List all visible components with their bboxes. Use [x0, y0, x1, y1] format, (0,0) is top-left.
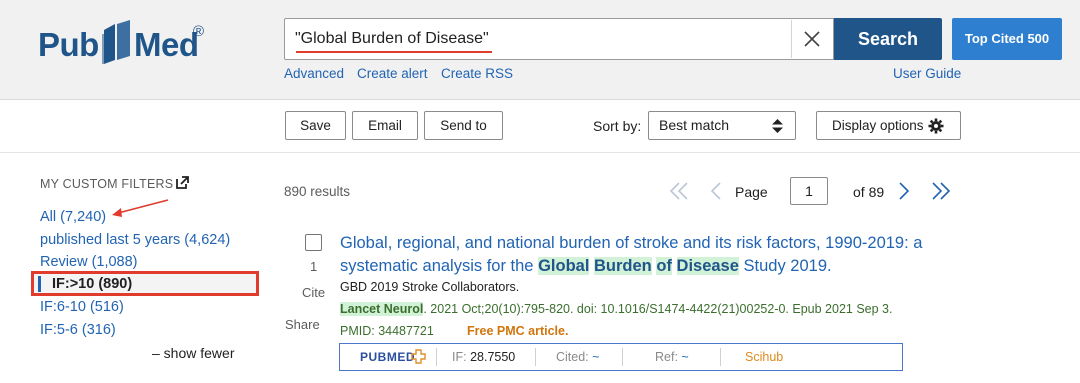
external-link-icon[interactable]: [176, 176, 189, 189]
logo-registered-mark: ®: [193, 23, 205, 40]
scihub-link[interactable]: Scihub: [745, 350, 783, 364]
ref-count: Ref: ~: [655, 350, 689, 364]
toolbar-divider: [0, 152, 1080, 153]
filter-last-5-years[interactable]: published last 5 years (4,624): [40, 232, 230, 248]
first-page-icon[interactable]: [668, 180, 690, 202]
free-pmc-badge: Free PMC article.: [467, 324, 569, 338]
create-alert-link[interactable]: Create alert: [357, 66, 428, 81]
filter-if-over-10[interactable]: IF:>10 (890): [52, 276, 132, 292]
annotation-arrow-icon: [112, 199, 169, 217]
active-filter-indicator: [38, 276, 41, 292]
citation-details: . 2021 Oct;20(10):795-820. doi: 10.1016/…: [423, 302, 893, 316]
show-fewer-link[interactable]: – show fewer: [152, 345, 234, 361]
page-number-input[interactable]: 1: [790, 177, 828, 205]
search-input[interactable]: [295, 19, 785, 59]
article-title-suffix: Study 2019.: [738, 257, 832, 275]
sort-select[interactable]: Best match: [648, 111, 796, 140]
save-button[interactable]: Save: [285, 111, 346, 140]
prev-page-icon[interactable]: [708, 180, 724, 202]
create-rss-link[interactable]: Create RSS: [441, 66, 513, 81]
page-label: Page: [735, 184, 768, 200]
sort-value: Best match: [659, 117, 730, 133]
filter-review[interactable]: Review (1,088): [40, 254, 138, 270]
if-label: IF:: [452, 350, 467, 364]
extension-separator: [622, 348, 623, 366]
cite-button[interactable]: Cite: [302, 285, 325, 300]
ref-label: Ref:: [655, 350, 678, 364]
title-highlight-term: of: [656, 257, 672, 275]
send-to-button[interactable]: Send to: [424, 111, 503, 140]
share-button[interactable]: Share: [285, 317, 320, 332]
logo-text-pub: Pub: [38, 26, 99, 63]
title-highlight-term: Global: [538, 257, 590, 275]
extension-logo: PUBMED: [360, 350, 416, 364]
search-term-underline: [296, 51, 492, 53]
clear-search-button[interactable]: [791, 20, 831, 58]
page-total: of 89: [853, 184, 885, 200]
gear-icon: [928, 118, 944, 134]
close-icon: [804, 31, 820, 47]
article-pmid: PMID: 34487721: [340, 324, 434, 338]
article-authors: GBD 2019 Stroke Collaborators.: [340, 280, 520, 294]
ref-value: ~: [681, 350, 689, 364]
cited-value: ~: [592, 350, 600, 364]
extension-info-bar: PUBMED IF: 28.7550 Cited: ~ Ref: ~ Scihu…: [339, 343, 903, 371]
results-count: 890 results: [284, 184, 351, 199]
logo-text-med: Med: [134, 26, 199, 63]
filter-if-5-6[interactable]: IF:5-6 (316): [40, 322, 116, 338]
title-highlight-term: Disease: [676, 257, 739, 275]
email-button[interactable]: Email: [352, 111, 418, 140]
pubmed-logo[interactable]: Pub Med ®: [38, 18, 218, 72]
search-box: [284, 18, 834, 60]
sort-arrows-icon: [772, 119, 783, 133]
user-guide-link[interactable]: User Guide: [893, 66, 961, 81]
sort-label: Sort by:: [593, 118, 642, 134]
next-page-icon[interactable]: [896, 180, 912, 202]
custom-filters-title: MY CUSTOM FILTERS: [40, 177, 174, 191]
result-number: 1: [310, 259, 318, 274]
extension-separator: [720, 348, 721, 366]
article-title-link[interactable]: Global, regional, and national burden of…: [340, 232, 950, 278]
last-page-icon[interactable]: [930, 180, 952, 202]
title-highlight-term: Burden: [594, 257, 652, 275]
display-options-button[interactable]: Display options: [816, 111, 961, 140]
book-icon: [102, 20, 130, 64]
extension-separator: [535, 348, 536, 366]
article-citation: Lancet Neurol. 2021 Oct;20(10):795-820. …: [340, 302, 892, 316]
cited-count: Cited: ~: [556, 350, 599, 364]
result-checkbox[interactable]: [305, 234, 322, 251]
search-button[interactable]: Search: [834, 18, 942, 60]
filter-all[interactable]: All (7,240): [40, 209, 106, 225]
extension-separator: [436, 348, 437, 366]
if-value: 28.7550: [470, 350, 516, 364]
display-options-label: Display options: [832, 118, 924, 133]
cited-label: Cited:: [556, 350, 589, 364]
advanced-link[interactable]: Advanced: [284, 66, 344, 81]
top-cited-button[interactable]: Top Cited 500: [952, 18, 1062, 60]
impact-factor: IF: 28.7550: [452, 350, 515, 364]
journal-name: Lancet Neurol: [340, 302, 424, 316]
plus-cross-icon: [411, 349, 426, 364]
filter-if-6-10[interactable]: IF:6-10 (516): [40, 299, 124, 315]
